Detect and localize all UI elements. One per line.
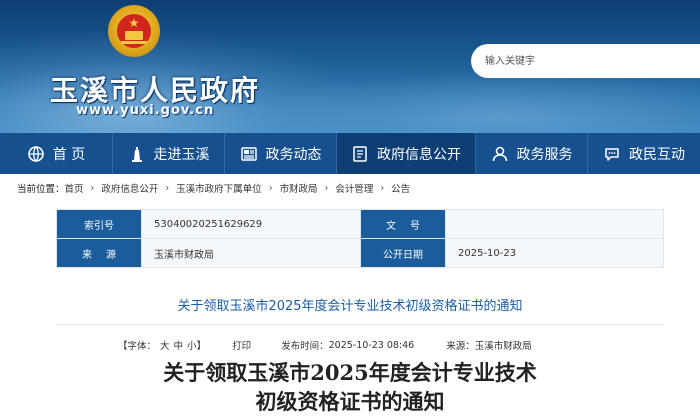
- tower-icon: [128, 145, 146, 163]
- article-title-line: 关于领取玉溪市2025年度会计专业技术: [163, 360, 537, 385]
- globe-icon: [27, 145, 45, 163]
- font-size-close: 】: [196, 341, 207, 352]
- nav-item-interaction[interactable]: 政民互动: [588, 133, 700, 174]
- article-title: 关于领取玉溪市2025年度会计专业技术 初级资格证书的通知: [0, 358, 700, 416]
- nav-item-home[interactable]: 首 页: [0, 133, 113, 174]
- user-icon: [491, 145, 509, 163]
- main-nav: 首 页 走进玉溪 政务动态 政府信息公开 政务服务 政民互动: [0, 133, 700, 174]
- document-number-label: 文号: [360, 209, 446, 239]
- nav-item-gov-news[interactable]: 政务动态: [225, 133, 337, 174]
- search-input[interactable]: [485, 52, 685, 70]
- article-source-value: 玉溪市财政局: [474, 341, 532, 352]
- breadcrumb-separator: ›: [165, 182, 170, 194]
- nav-label: 政府信息公开: [377, 146, 461, 163]
- nav-label: 首 页: [52, 146, 86, 163]
- nav-label: 走进玉溪: [153, 146, 210, 163]
- article-source-label: 来源：: [446, 341, 475, 352]
- document-icon: [351, 145, 369, 163]
- print-button[interactable]: 打印: [232, 338, 251, 352]
- nav-label: 政务服务: [516, 146, 573, 163]
- nav-label: 政务动态: [265, 146, 322, 163]
- divider: [56, 324, 664, 325]
- publish-date-value: 2025-10-23: [445, 238, 664, 268]
- breadcrumb-item[interactable]: 公告: [391, 181, 410, 195]
- newspaper-icon: [240, 145, 258, 163]
- article-subtitle: 关于领取玉溪市2025年度会计专业技术初级资格证书的通知: [177, 299, 523, 314]
- publish-time-value: 2025-10-23 08:46: [328, 339, 415, 351]
- index-number-label: 索引号: [56, 209, 142, 239]
- breadcrumb-item[interactable]: 市财政局: [280, 181, 318, 195]
- nav-item-gov-info[interactable]: 政府信息公开: [337, 133, 476, 174]
- breadcrumb-separator: ›: [90, 182, 95, 194]
- document-number-value: [445, 209, 664, 239]
- breadcrumb-item[interactable]: 玉溪市政府下属单位: [176, 181, 262, 195]
- nav-item-about-yuxi[interactable]: 走进玉溪: [113, 133, 225, 174]
- search-box: [471, 44, 700, 78]
- national-emblem-icon: ★: [108, 5, 160, 57]
- font-size-small-button[interactable]: 小: [187, 338, 197, 352]
- breadcrumb-item[interactable]: 首页: [65, 181, 84, 195]
- table-row: 来源 玉溪市财政局 公开日期 2025-10-23: [56, 238, 664, 268]
- chat-icon: [603, 145, 621, 163]
- breadcrumb-item[interactable]: 会计管理: [335, 181, 373, 195]
- site-header: ★ 玉溪市人民政府 www.yuxi.gov.cn: [0, 0, 700, 133]
- breadcrumb-item[interactable]: 政府信息公开: [101, 181, 158, 195]
- table-row: 索引号 53040020251629629 文号: [56, 209, 664, 239]
- breadcrumb: 当前位置： 首页 › 政府信息公开 › 玉溪市政府下属单位 › 市财政局 › 会…: [17, 180, 410, 196]
- breadcrumb-separator: ›: [268, 182, 273, 194]
- breadcrumb-separator: ›: [324, 182, 329, 194]
- nav-label: 政民互动: [629, 146, 685, 163]
- breadcrumb-label: 当前位置：: [17, 184, 65, 195]
- index-number-value: 53040020251629629: [141, 209, 361, 239]
- font-size-label: 【字体：: [118, 341, 157, 352]
- source-label: 来源: [56, 238, 142, 268]
- article-meta: 【字体： 大 中 小 】 打印 发布时间： 2025-10-23 08:46 来…: [118, 338, 532, 353]
- breadcrumb-separator: ›: [380, 182, 385, 194]
- document-info-table: 索引号 53040020251629629 文号 来源 玉溪市财政局 公开日期 …: [56, 209, 664, 268]
- font-size-medium-button[interactable]: 中: [174, 338, 184, 352]
- site-url: www.yuxi.gov.cn: [76, 103, 215, 118]
- article-title-line: 初级资格证书的通知: [255, 389, 445, 414]
- nav-item-gov-service[interactable]: 政务服务: [476, 133, 588, 174]
- publish-date-label: 公开日期: [360, 238, 446, 268]
- font-size-large-button[interactable]: 大: [160, 338, 170, 352]
- publish-time-label: 发布时间：: [281, 341, 329, 352]
- source-value: 玉溪市财政局: [141, 238, 361, 268]
